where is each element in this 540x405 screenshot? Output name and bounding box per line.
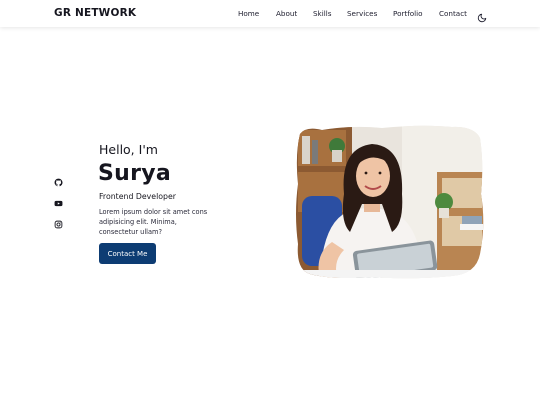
nav-item-skills[interactable]: Skills [313,9,331,18]
nav-item-services[interactable]: Services [347,9,377,18]
youtube-icon[interactable] [54,193,64,207]
hero-description: Lorem ipsum dolor sit amet cons adipisic… [99,208,208,236]
hero-role: Frontend Developer [99,192,176,201]
instagram-icon[interactable] [54,214,64,229]
hero-greeting: Hello, I'm [99,142,158,157]
nav-item-home[interactable]: Home [238,9,259,18]
github-icon[interactable] [54,172,64,187]
site-header: GR NETWORK Home About Skills Services Po… [0,0,540,27]
contact-me-button[interactable]: Contact Me [99,243,156,264]
main-nav: Home About Skills Services Portfolio Con… [0,9,540,21]
nav-item-about[interactable]: About [276,9,297,18]
hero-name: Surya [98,161,172,186]
moon-icon[interactable] [477,8,487,23]
profile-photo [292,124,486,280]
nav-item-portfolio[interactable]: Portfolio [393,9,423,18]
nav-item-contact[interactable]: Contact [439,9,467,18]
